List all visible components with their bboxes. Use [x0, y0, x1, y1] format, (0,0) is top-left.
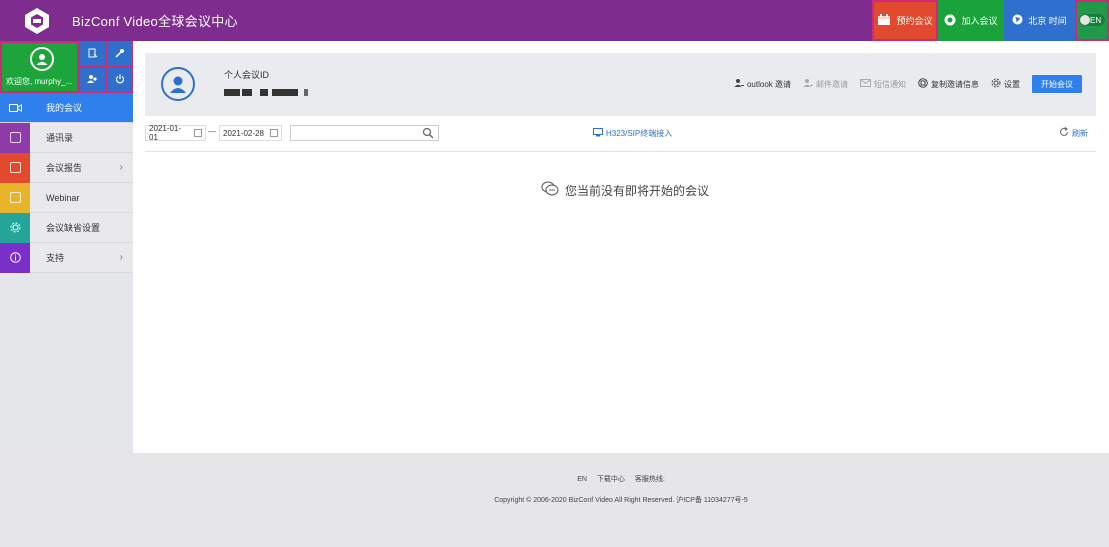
- sidebar-item-label: 我的会议: [46, 103, 83, 113]
- calendar-icon[interactable]: [194, 129, 202, 137]
- copy-icon: [918, 78, 928, 90]
- envelope-icon: [860, 79, 871, 89]
- book-meeting-button[interactable]: 预约会议: [872, 0, 938, 41]
- sidebar-item-support[interactable]: 支持 ›: [0, 242, 133, 273]
- sidebar-item-label: 支持: [46, 253, 65, 263]
- sidebar-item-contacts[interactable]: 通讯录: [0, 122, 133, 153]
- footer-left-panel: [0, 453, 133, 547]
- sidebar-item-default-settings[interactable]: 会议缺省设置: [0, 212, 133, 243]
- date-to-value: 2021-02-28: [223, 128, 264, 138]
- personal-meeting-card: 个人会议ID outlook 邀请 邮件邀请 短信通知 复制邀请信息 设置 开始…: [145, 53, 1096, 116]
- avatar-icon: [161, 67, 195, 101]
- calendar-icon[interactable]: [269, 129, 278, 137]
- h323-sip-link[interactable]: H323/SIP终端接入: [593, 128, 672, 139]
- footer: EN 下载中心 客服热线: Copyright © 2006-2020 BizC…: [133, 453, 1109, 547]
- address-book-icon: [0, 122, 30, 153]
- date-from-input[interactable]: 2021-01-01: [145, 124, 206, 142]
- video-camera-icon: [0, 93, 30, 123]
- refresh-label: 刷新: [1072, 128, 1088, 138]
- user-add-icon: [803, 78, 813, 90]
- sms-notify-button[interactable]: 短信通知: [860, 79, 906, 90]
- join-meeting-button[interactable]: 加入会议: [938, 0, 1004, 41]
- copy-invite-button[interactable]: 复制邀请信息: [918, 78, 979, 90]
- footer-link-en[interactable]: EN: [577, 476, 587, 483]
- power-icon: [115, 74, 125, 87]
- sidebar-item-my-meetings[interactable]: 我的会议: [0, 93, 133, 123]
- timezone-label: 北京 时间: [1028, 16, 1067, 26]
- personal-meeting-id-redacted: [224, 87, 314, 99]
- refresh-button[interactable]: 刷新: [1059, 127, 1088, 139]
- profile-edit-button[interactable]: [79, 41, 106, 67]
- card-actions: outlook 邀请 邮件邀请 短信通知 复制邀请信息 设置 开始会议: [734, 75, 1082, 93]
- sidebar-nav: 我的会议 通讯录 会议报告 › Webinar 会议缺省设置 支持 ›: [0, 93, 133, 273]
- report-icon: [0, 152, 30, 183]
- date-to-input[interactable]: 2021-02-28: [219, 125, 282, 141]
- users-icon: [87, 74, 98, 87]
- logout-button[interactable]: [106, 67, 133, 93]
- language-toggle[interactable]: EN: [1075, 0, 1109, 41]
- join-meeting-label: 加入会议: [961, 16, 998, 26]
- empty-state: 您当前没有即将开始的会议: [541, 181, 709, 200]
- avatar-icon: [30, 47, 54, 71]
- user-profile[interactable]: 欢迎您, murphy_...: [0, 41, 79, 93]
- info-icon: [0, 242, 30, 273]
- empty-state-text: 您当前没有即将开始的会议: [565, 184, 710, 198]
- sidebar-item-label: Webinar: [46, 192, 80, 203]
- top-bar: BizConf Video全球会议中心 预约会议 加入会议 北京 时间 EN: [0, 0, 1109, 41]
- webinar-icon: [0, 182, 30, 213]
- settings-label: 设置: [1004, 79, 1020, 89]
- sidebar-item-reports[interactable]: 会议报告 ›: [0, 152, 133, 183]
- sms-notify-label: 短信通知: [874, 79, 906, 89]
- welcome-text: 欢迎您, murphy_...: [6, 77, 73, 86]
- join-icon: [944, 14, 956, 28]
- sidebar-item-label: 通讯录: [46, 133, 74, 143]
- gear-icon: [991, 78, 1001, 90]
- chevron-right-icon: ›: [119, 252, 123, 263]
- personal-meeting-id-label: 个人会议ID: [224, 70, 270, 80]
- footer-link-downloads[interactable]: 下载中心: [597, 476, 625, 483]
- app-title: BizConf Video全球会议中心: [72, 14, 238, 29]
- timezone-button[interactable]: 北京 时间: [1004, 0, 1075, 41]
- monitor-icon: [593, 128, 603, 139]
- key-icon: [114, 48, 125, 61]
- top-actions: 预约会议 加入会议 北京 时间 EN: [872, 0, 1109, 41]
- gear-icon: [0, 212, 30, 243]
- user-panel: 欢迎您, murphy_...: [0, 41, 133, 93]
- bizconf-logo-icon[interactable]: [22, 6, 52, 36]
- refresh-icon: [1059, 127, 1069, 139]
- search-input[interactable]: [290, 125, 439, 141]
- chevron-right-icon: ›: [119, 162, 123, 173]
- email-invite-label: 邮件邀请: [816, 79, 848, 89]
- sidebar: 欢迎您, murphy_... 我的会议 通讯录 会议报告 › Webinar …: [0, 41, 133, 453]
- empty-bubble-icon: [541, 181, 559, 200]
- book-meeting-label: 预约会议: [896, 16, 933, 26]
- calendar-icon: [877, 13, 891, 28]
- password-button[interactable]: [106, 41, 133, 67]
- footer-link-hotline[interactable]: 客服热线:: [635, 476, 665, 483]
- footer-copyright: Copyright © 2006-2020 BizConf Video All …: [494, 497, 748, 504]
- footer-links: EN 下载中心 客服热线:: [133, 474, 1109, 484]
- language-label: EN: [1090, 16, 1101, 25]
- start-meeting-button[interactable]: 开始会议: [1032, 75, 1082, 93]
- sidebar-item-label: 会议报告: [46, 163, 83, 173]
- date-separator: —: [208, 127, 216, 136]
- user-tools: [79, 41, 133, 93]
- sidebar-item-label: 会议缺省设置: [46, 223, 101, 233]
- sidebar-item-webinar[interactable]: Webinar: [0, 182, 133, 213]
- globe-icon: [1012, 14, 1023, 27]
- settings-button[interactable]: 设置: [991, 78, 1020, 90]
- email-invite-button[interactable]: 邮件邀请: [803, 78, 848, 90]
- contacts-button[interactable]: [79, 67, 106, 93]
- filter-row: 2021-01-01 — 2021-02-28 H323/SIP终端接入 刷新: [145, 123, 1096, 152]
- main-content: 个人会议ID outlook 邀请 邮件邀请 短信通知 复制邀请信息 设置 开始…: [133, 41, 1109, 453]
- h323-sip-label: H323/SIP终端接入: [606, 129, 673, 138]
- outlook-invite-button[interactable]: outlook 邀请: [734, 78, 791, 90]
- search-icon[interactable]: [422, 127, 434, 139]
- user-add-icon: [734, 78, 744, 90]
- document-icon: [88, 48, 98, 61]
- copy-invite-label: 复制邀请信息: [931, 79, 979, 89]
- outlook-invite-label: outlook 邀请: [746, 79, 791, 89]
- date-from-value: 2021-01-01: [149, 124, 182, 142]
- toggle-icon: EN: [1079, 13, 1105, 28]
